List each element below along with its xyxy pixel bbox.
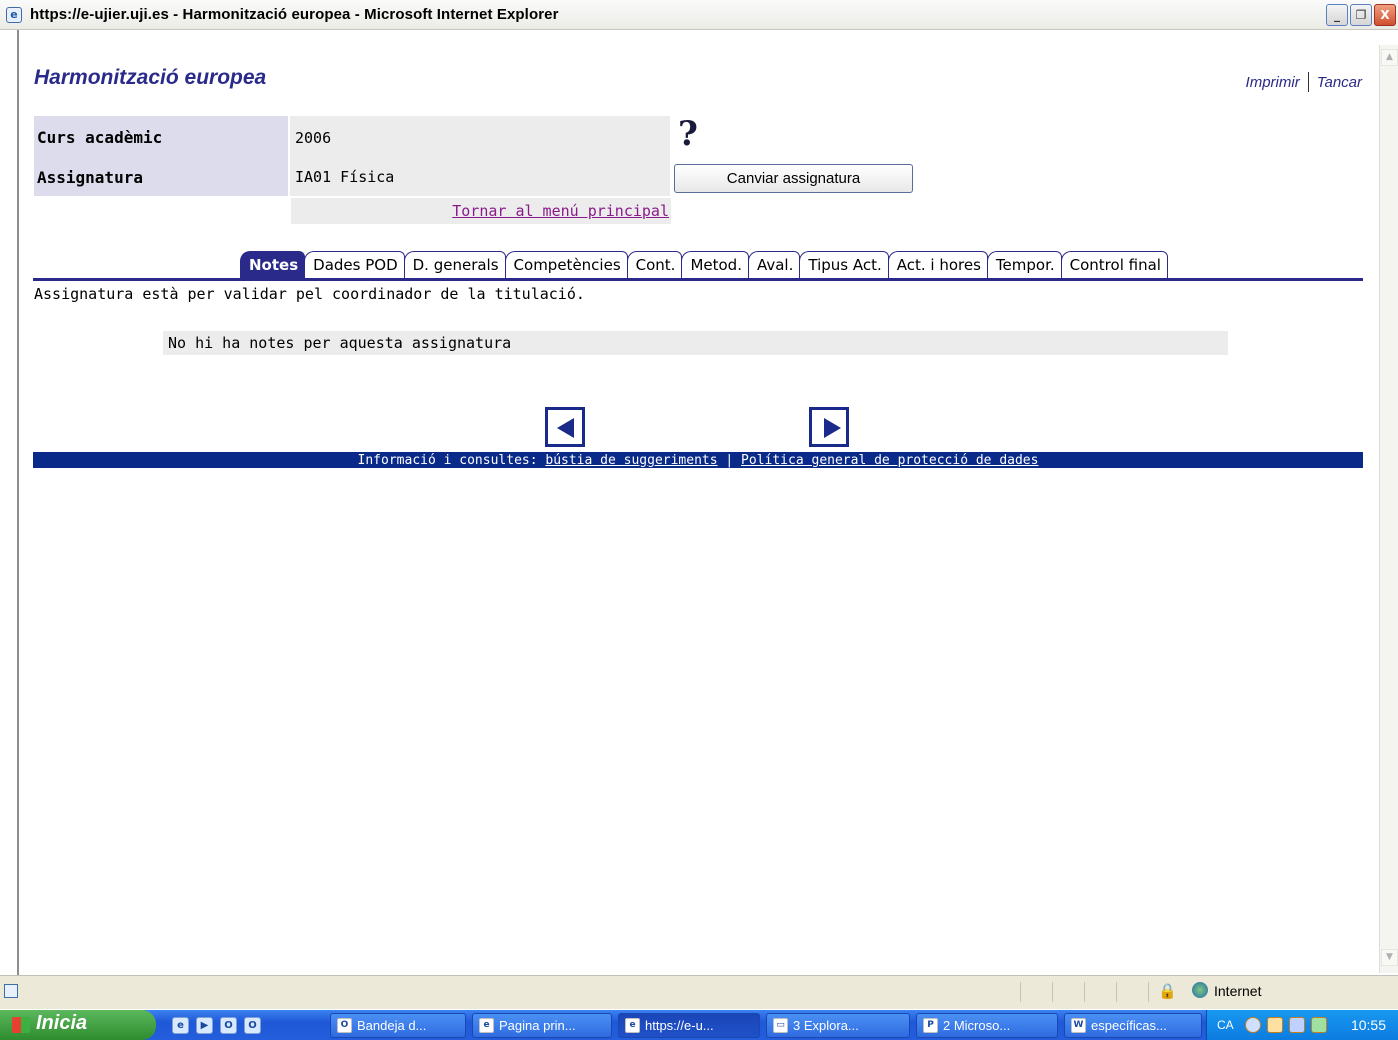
globe-icon bbox=[1192, 982, 1208, 998]
window-controls: _ ❐ X bbox=[1326, 4, 1396, 26]
page-title: Harmonització europea bbox=[34, 66, 267, 89]
status-divider bbox=[1052, 982, 1053, 1002]
tray-clock-app-icon[interactable] bbox=[1267, 1017, 1283, 1033]
outlook-icon: O bbox=[337, 1018, 352, 1033]
print-link[interactable]: Imprimir bbox=[1246, 74, 1300, 91]
tab-competencies[interactable]: Competències bbox=[504, 251, 628, 278]
system-tray: CA 10:55 bbox=[1206, 1010, 1398, 1040]
window-title: https://e-ujier.uji.es - Harmonització e… bbox=[30, 6, 559, 23]
tray-security-icon[interactable] bbox=[1289, 1017, 1305, 1033]
tab-cont[interactable]: Cont. bbox=[626, 251, 683, 278]
previous-button[interactable] bbox=[545, 407, 585, 447]
task-label: Bandeja d... bbox=[357, 1018, 427, 1033]
tab-tempor[interactable]: Tempor. bbox=[986, 251, 1062, 278]
back-row: Tornar al menú principal bbox=[291, 198, 671, 224]
footer-prefix: Informació i consultes: bbox=[357, 453, 546, 468]
tray-network-icon[interactable] bbox=[1311, 1017, 1327, 1033]
quicklaunch-media-icon[interactable]: ▶ bbox=[196, 1017, 213, 1034]
page-footer: Informació i consultes: bústia de sugger… bbox=[33, 452, 1363, 468]
main-menu-link[interactable]: Tornar al menú principal bbox=[452, 202, 669, 220]
taskbar-clock[interactable]: 10:55 bbox=[1351, 1017, 1386, 1033]
quicklaunch-outlook-icon[interactable]: O bbox=[220, 1017, 237, 1034]
status-divider bbox=[1084, 982, 1085, 1002]
task-label: específicas... bbox=[1091, 1018, 1167, 1033]
browser-statusbar: 🔒 Internet bbox=[0, 975, 1398, 1009]
subject-row: Assignatura IA01 Física bbox=[34, 158, 670, 196]
start-button[interactable]: Inicia bbox=[0, 1010, 156, 1040]
vertical-scrollbar[interactable]: ▲ ▼ bbox=[1379, 45, 1398, 973]
folder-icon: ▭ bbox=[773, 1018, 788, 1033]
quicklaunch-ie-icon[interactable]: e bbox=[172, 1017, 189, 1034]
tab-underline bbox=[33, 278, 1363, 281]
next-button[interactable] bbox=[809, 407, 849, 447]
notes-message: No hi ha notes per aquesta assignatura bbox=[163, 331, 1228, 355]
windows-logo-icon bbox=[12, 1017, 30, 1033]
tab-aval[interactable]: Aval. bbox=[747, 251, 801, 278]
tab-notes[interactable]: Notes bbox=[240, 251, 306, 278]
status-divider bbox=[1116, 982, 1117, 1002]
security-zone-label: Internet bbox=[1214, 983, 1262, 999]
quicklaunch-calendar-icon[interactable]: O bbox=[244, 1017, 261, 1034]
restore-button[interactable]: ❐ bbox=[1350, 4, 1372, 26]
ie-icon[interactable]: e bbox=[6, 6, 22, 23]
taskbar-item-active[interactable]: e https://e-u... bbox=[618, 1013, 760, 1038]
change-subject-button[interactable]: Canviar assignatura bbox=[674, 164, 913, 193]
year-row: Curs acadèmic 2006 bbox=[34, 116, 670, 158]
tab-tipus-act[interactable]: Tipus Act. bbox=[799, 251, 889, 278]
tab-act-hores[interactable]: Act. i hores bbox=[887, 251, 988, 278]
subject-info-table: Curs acadèmic 2006 Assignatura IA01 Físi… bbox=[34, 116, 670, 196]
minimize-button[interactable]: _ bbox=[1326, 4, 1348, 26]
header-links: Imprimir Tancar bbox=[1246, 72, 1362, 92]
section-tabs: Notes Dades POD D. generals Competències… bbox=[240, 251, 1168, 279]
arrow-left-icon bbox=[557, 418, 574, 438]
taskbar-item[interactable]: O Bandeja d... bbox=[330, 1013, 466, 1038]
task-label: 3 Explora... bbox=[793, 1018, 859, 1033]
subject-label: Assignatura bbox=[34, 158, 288, 196]
window-titlebar[interactable]: e https://e-ujier.uji.es - Harmonització… bbox=[0, 0, 1398, 30]
task-label: 2 Microso... bbox=[943, 1018, 1011, 1033]
year-value: 2006 bbox=[290, 116, 670, 158]
frame-border bbox=[17, 30, 19, 976]
status-divider bbox=[1148, 982, 1149, 1002]
tab-d-generals[interactable]: D. generals bbox=[403, 251, 506, 278]
taskbar-item[interactable]: W específicas... bbox=[1064, 1013, 1202, 1038]
tray-expand-icon[interactable] bbox=[1245, 1017, 1261, 1033]
task-label: https://e-u... bbox=[645, 1018, 714, 1033]
tab-metod[interactable]: Metod. bbox=[681, 251, 749, 278]
suggestions-link[interactable]: bústia de suggeriments bbox=[545, 453, 717, 468]
year-label: Curs acadèmic bbox=[34, 116, 288, 158]
scroll-up-icon[interactable]: ▲ bbox=[1381, 49, 1398, 66]
ie-icon: e bbox=[625, 1018, 640, 1033]
status-divider bbox=[1020, 982, 1021, 1002]
help-icon[interactable]: ? bbox=[678, 114, 698, 154]
tab-control-final[interactable]: Control final bbox=[1060, 251, 1168, 278]
powerpoint-icon: P bbox=[923, 1018, 938, 1033]
task-label: Pagina prin... bbox=[499, 1018, 576, 1033]
validation-status-text: Assignatura està per validar pel coordin… bbox=[34, 285, 585, 303]
ie-icon: e bbox=[479, 1018, 494, 1033]
taskbar-group[interactable]: ▭ 3 Explora... bbox=[766, 1013, 910, 1038]
arrow-right-icon bbox=[824, 418, 841, 438]
taskbar-group[interactable]: P 2 Microso... bbox=[916, 1013, 1058, 1038]
link-separator bbox=[1307, 72, 1309, 92]
tab-dades-pod[interactable]: Dades POD bbox=[304, 251, 405, 278]
word-icon: W bbox=[1071, 1018, 1086, 1033]
footer-separator: | bbox=[717, 453, 742, 468]
taskbar-item[interactable]: e Pagina prin... bbox=[472, 1013, 612, 1038]
lock-icon[interactable]: 🔒 bbox=[1158, 982, 1177, 1000]
page-status-icon bbox=[4, 984, 18, 998]
language-indicator[interactable]: CA bbox=[1217, 1018, 1234, 1032]
close-link[interactable]: Tancar bbox=[1317, 74, 1362, 91]
privacy-link[interactable]: Política general de protecció de dades bbox=[741, 453, 1038, 468]
close-window-button[interactable]: X bbox=[1374, 4, 1396, 26]
scroll-down-icon[interactable]: ▼ bbox=[1381, 949, 1398, 966]
subject-value: IA01 Física bbox=[290, 158, 670, 196]
windows-taskbar: Inicia e ▶ O O O Bandeja d... e Pagina p… bbox=[0, 1010, 1398, 1040]
start-label: Inicia bbox=[36, 1012, 88, 1034]
